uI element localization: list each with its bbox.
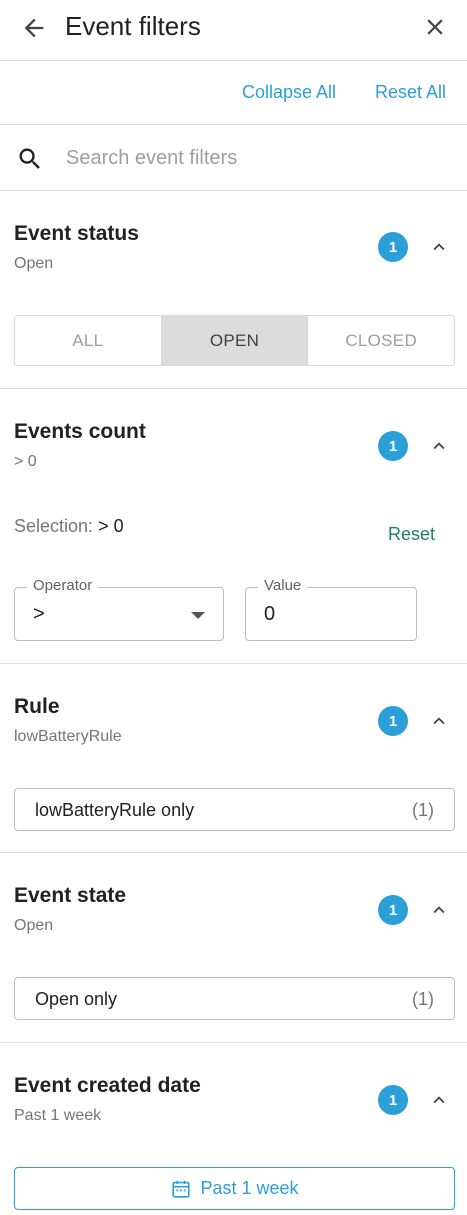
reset-count-link[interactable]: Reset	[388, 523, 435, 545]
collapse-section-button[interactable]	[427, 434, 451, 458]
state-option[interactable]: Open only (1)	[14, 977, 455, 1020]
option-count: (1)	[412, 800, 434, 820]
section-rule: Rule lowBatteryRule 1 lowBatteryRule onl…	[0, 664, 467, 853]
search-bar	[0, 125, 467, 191]
status-option-closed[interactable]: CLOSED	[308, 316, 454, 365]
selection-value: > 0	[98, 516, 124, 536]
section-title: Rule	[14, 695, 60, 718]
close-button[interactable]	[421, 12, 449, 42]
calendar-icon	[172, 1180, 191, 1198]
selection-summary: Selection: > 0	[14, 515, 124, 537]
section-subtitle: > 0	[14, 453, 37, 470]
operator-value: >	[33, 603, 45, 625]
collapse-section-button[interactable]	[427, 898, 451, 922]
close-icon	[427, 19, 443, 35]
status-option-open[interactable]: OPEN	[161, 316, 309, 365]
collapse-all-link[interactable]: Collapse All	[242, 81, 336, 103]
section-subtitle: Open	[14, 255, 54, 272]
option-count: (1)	[412, 989, 434, 1009]
section-subtitle: Open	[14, 917, 54, 934]
section-events-count: Events count > 0 1 Selection: > 0 Reset …	[0, 389, 467, 664]
dropdown-arrow-icon	[191, 612, 205, 619]
filter-count-badge: 1	[378, 232, 408, 262]
reset-all-link[interactable]: Reset All	[375, 81, 446, 103]
section-subtitle: Past 1 week	[14, 1107, 102, 1124]
filter-count-badge: 1	[378, 706, 408, 736]
operator-select[interactable]: Operator >	[14, 577, 224, 641]
collapse-section-button[interactable]	[427, 1088, 451, 1112]
section-title: Event created date	[14, 1074, 201, 1097]
section-event-status: Event status Open 1 ALL OPEN CLOSED	[0, 191, 467, 389]
collapse-section-button[interactable]	[427, 709, 451, 733]
operator-label: Operator	[27, 577, 99, 595]
date-range-button[interactable]: Past 1 week	[14, 1167, 455, 1210]
filter-actions-bar: Collapse All Reset All	[0, 61, 467, 125]
filter-count-badge: 1	[378, 895, 408, 925]
chevron-up-icon	[433, 243, 445, 251]
section-title: Event status	[14, 222, 139, 245]
filter-count-badge: 1	[378, 431, 408, 461]
section-event-created-date: Event created date Past 1 week 1 Past 1 …	[0, 1043, 467, 1215]
section-title: Event state	[14, 884, 127, 907]
selection-label: Selection:	[14, 516, 94, 536]
section-subtitle: lowBatteryRule	[14, 728, 122, 745]
value-field[interactable]: Value 0	[245, 577, 417, 641]
search-icon	[19, 148, 40, 169]
value-input[interactable]: 0	[264, 602, 275, 626]
back-button[interactable]	[18, 12, 50, 44]
panel-title: Event filters	[65, 11, 201, 41]
option-label: Open only	[35, 989, 118, 1009]
arrow-left-icon	[24, 18, 44, 38]
filter-count-badge: 1	[378, 1085, 408, 1115]
section-event-state: Event state Open 1 Open only (1)	[0, 853, 467, 1043]
date-range-label: Past 1 week	[200, 1178, 299, 1198]
event-status-toggle: ALL OPEN CLOSED	[14, 315, 455, 366]
chevron-up-icon	[433, 442, 445, 450]
status-option-all[interactable]: ALL	[15, 316, 162, 365]
chevron-up-icon	[433, 717, 445, 725]
panel-header: Event filters	[0, 0, 467, 61]
option-label: lowBatteryRule only	[35, 800, 195, 820]
collapse-section-button[interactable]	[427, 235, 451, 259]
chevron-up-icon	[433, 906, 445, 914]
chevron-up-icon	[433, 1096, 445, 1104]
rule-option[interactable]: lowBatteryRule only (1)	[14, 788, 455, 831]
value-label: Value	[258, 577, 308, 595]
search-input[interactable]	[66, 141, 446, 175]
section-title: Events count	[14, 420, 146, 443]
